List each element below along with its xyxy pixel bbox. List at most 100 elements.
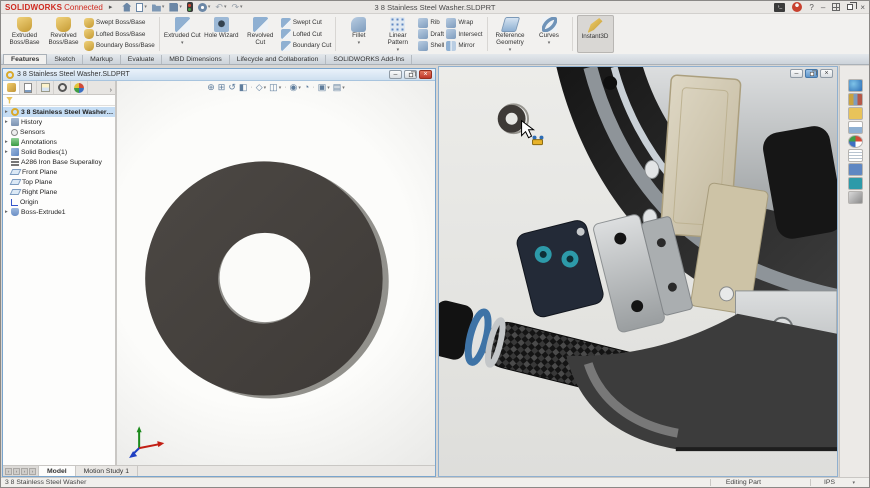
status-units[interactable]: IPS: [824, 479, 835, 486]
tree-filter-bar[interactable]: [3, 95, 115, 106]
tab-mbd-dimensions[interactable]: MBD Dimensions: [162, 55, 230, 64]
revolved-cut-button[interactable]: Revolved Cut: [242, 15, 279, 53]
tab-model[interactable]: Model: [39, 466, 76, 476]
tree-item-right-plane[interactable]: Right Plane: [3, 187, 115, 197]
menu-expand-icon[interactable]: ▸: [109, 3, 113, 11]
tree-item-3-8-stainless-steel-washer-test-washer[interactable]: ▸3 8 Stainless Steel Washer (test washer…: [3, 107, 115, 117]
dropdown-arrow-icon[interactable]: ▾: [298, 85, 301, 91]
tab-sketch[interactable]: Sketch: [47, 55, 83, 64]
3dexperience-marketplace-tab[interactable]: [848, 191, 863, 204]
edit-appearance-button[interactable]: ◔: [304, 83, 309, 92]
intersect-button[interactable]: Intersect: [446, 29, 482, 40]
tree-item-top-plane[interactable]: Top Plane: [3, 177, 115, 187]
boundary-cut-button[interactable]: Boundary Cut: [281, 40, 332, 51]
revolved-boss-base-button[interactable]: Revolved Boss/Base: [45, 15, 82, 53]
window-restore-button[interactable]: [805, 69, 818, 78]
solidworks-resources-tab[interactable]: [848, 79, 863, 92]
qa-redo-button[interactable]: ↷▾: [231, 3, 242, 12]
tab-scroll-arrow-icon[interactable]: ‹: [5, 468, 12, 475]
window-minimize-button[interactable]: –: [790, 69, 803, 78]
view-palette-tab[interactable]: [848, 121, 863, 134]
dropdown-arrow-icon[interactable]: ▾: [224, 4, 227, 10]
dimxpertmanager-tab[interactable]: [54, 81, 71, 94]
dropdown-arrow-icon[interactable]: ▾: [327, 85, 330, 91]
window-minimize-button[interactable]: –: [389, 70, 402, 79]
view-settings-button[interactable]: ▤▾: [333, 83, 345, 92]
tree-item-solid-bodies-1[interactable]: ▸Solid Bodies(1): [3, 147, 115, 157]
wrap-button[interactable]: Wrap: [446, 17, 482, 28]
rib-button[interactable]: Rib: [418, 17, 444, 28]
extruded-boss-base-button[interactable]: Extruded Boss/Base: [6, 15, 43, 53]
panel-expand-icon[interactable]: ›: [107, 87, 115, 94]
appearances-scenes-tab[interactable]: [848, 135, 863, 148]
window-layout-button[interactable]: [832, 3, 840, 11]
tab-scroll-buttons[interactable]: ‹‹››: [3, 466, 39, 476]
tab-lifecycle-and-collaboration[interactable]: Lifecycle and Collaboration: [230, 55, 327, 64]
tab-features[interactable]: Features: [3, 54, 47, 64]
zoom-to-area-button[interactable]: ⊞: [218, 83, 226, 92]
swept-boss-base-button[interactable]: Swept Boss/Base: [84, 17, 155, 28]
section-view-button[interactable]: ◧: [239, 83, 248, 92]
tab-scroll-arrow-icon[interactable]: ‹: [13, 468, 20, 475]
mirror-button[interactable]: Mirror: [446, 40, 482, 51]
dropdown-arrow-icon[interactable]: ▾: [509, 47, 512, 53]
dropdown-arrow-icon[interactable]: ▾: [179, 4, 182, 10]
tab-solidworks-add-ins[interactable]: SOLIDWORKS Add-Ins: [326, 55, 412, 64]
window-restore-button[interactable]: [404, 70, 417, 79]
dropdown-arrow-icon[interactable]: ▾: [144, 4, 147, 10]
dropdown-arrow-icon[interactable]: ▾: [208, 4, 211, 10]
previous-view-button[interactable]: ↺: [228, 83, 236, 92]
reference-geometry-button[interactable]: Reference Geometry▾: [492, 15, 529, 53]
qa-3dexperience-button[interactable]: [187, 2, 193, 12]
qa-open-button[interactable]: ▾: [152, 3, 165, 12]
display-style-button[interactable]: ◫▾: [269, 83, 281, 92]
qa-home-button[interactable]: [122, 3, 131, 12]
dropdown-arrow-icon[interactable]: ▾: [548, 40, 551, 46]
tree-item-sensors[interactable]: Sensors: [3, 127, 115, 137]
assembly-document-window[interactable]: –×: [438, 66, 838, 477]
hide-show-items-button[interactable]: ◉▾: [290, 83, 301, 92]
lofted-boss-base-button[interactable]: Lofted Boss/Base: [84, 29, 155, 40]
configurationmanager-tab[interactable]: [37, 81, 54, 94]
custom-properties-tab[interactable]: [848, 149, 863, 162]
apply-scene-button[interactable]: ▣▾: [318, 83, 330, 92]
tab-motion-study-1[interactable]: Motion Study 1: [76, 466, 138, 476]
displaymanager-tab[interactable]: [71, 81, 88, 94]
part-window-titlebar[interactable]: 3 8 Stainless Steel Washer.SLDPRT –×: [3, 69, 435, 81]
design-library-tab[interactable]: [848, 93, 863, 106]
solidworks-forum-tab[interactable]: [848, 163, 863, 176]
boundary-boss-base-button[interactable]: Boundary Boss/Base: [84, 40, 155, 51]
lofted-cut-button[interactable]: Lofted Cut: [281, 29, 332, 40]
qa-new-button[interactable]: ▾: [136, 3, 147, 12]
window-close-button[interactable]: ×: [419, 70, 432, 79]
restore-button[interactable]: [847, 4, 853, 10]
tree-item-front-plane[interactable]: Front Plane: [3, 167, 115, 177]
propertymanager-tab[interactable]: [20, 81, 37, 94]
linear-pattern-button[interactable]: Linear Pattern▾: [379, 15, 416, 53]
swept-cut-button[interactable]: Swept Cut: [281, 17, 332, 28]
dropdown-arrow-icon[interactable]: ▾: [264, 85, 267, 91]
dropdown-arrow-icon[interactable]: ▾: [181, 40, 184, 46]
dropdown-arrow-icon[interactable]: ▾: [358, 40, 361, 46]
command-console-button[interactable]: ›_: [774, 3, 785, 12]
view-orientation-button[interactable]: ◇▾: [256, 83, 266, 92]
user-avatar-button[interactable]: [792, 2, 802, 12]
tree-item-history[interactable]: ▸History: [3, 117, 115, 127]
tree-item-origin[interactable]: Origin: [3, 197, 115, 207]
dropdown-arrow-icon[interactable]: ▾: [162, 4, 165, 10]
tab-evaluate[interactable]: Evaluate: [121, 55, 162, 64]
window-close-button[interactable]: ×: [820, 69, 833, 78]
pack-and-go-tab[interactable]: [848, 177, 863, 190]
fillet-button[interactable]: Fillet▾: [340, 15, 377, 53]
tab-markup[interactable]: Markup: [83, 55, 121, 64]
units-dropdown-icon[interactable]: ▾: [852, 480, 855, 486]
dropdown-arrow-icon[interactable]: ▾: [397, 47, 400, 53]
zoom-to-fit-button[interactable]: ⊕: [207, 83, 215, 92]
close-button[interactable]: ×: [860, 3, 865, 12]
dropdown-arrow-icon[interactable]: ▾: [279, 85, 282, 91]
extruded-cut-button[interactable]: Extruded Cut▾: [164, 15, 201, 53]
tree-item-a286-iron-base-superalloy[interactable]: A286 Iron Base Superalloy: [3, 157, 115, 167]
tree-item-boss-extrude1[interactable]: ▸Boss-Extrude1: [3, 207, 115, 217]
instant3d-button[interactable]: Instant3D: [577, 15, 614, 53]
hole-wizard-button[interactable]: Hole Wizard: [203, 15, 240, 53]
